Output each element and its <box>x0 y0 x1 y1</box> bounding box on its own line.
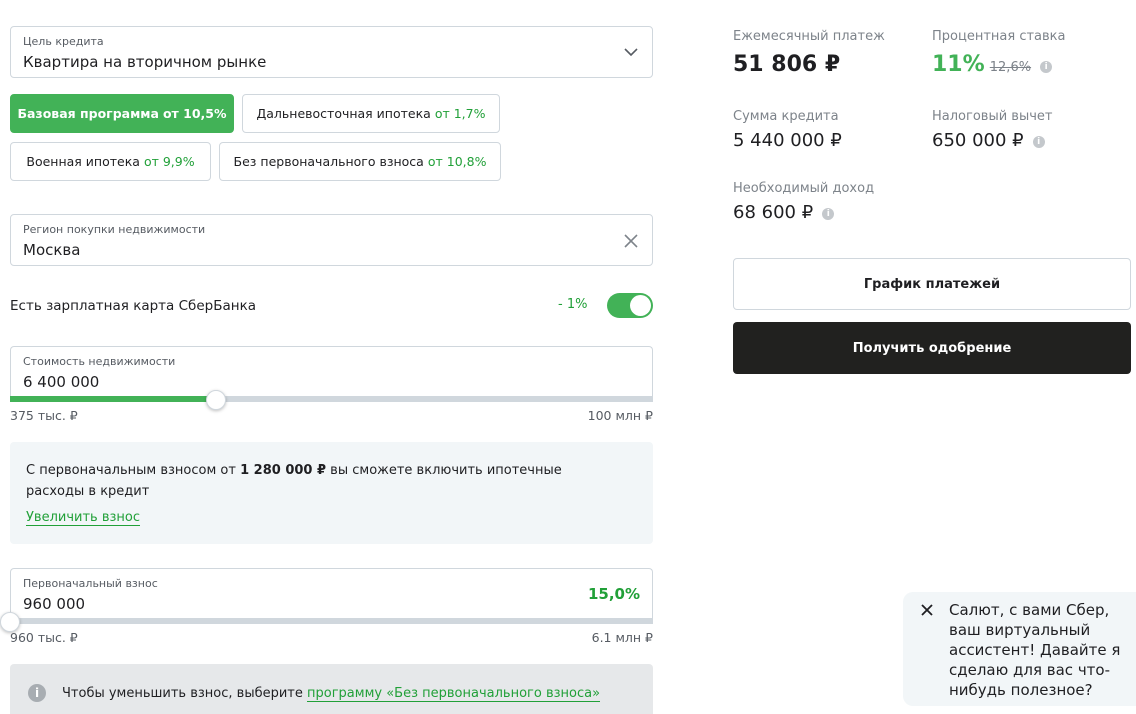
interest-rate-value: 11% <box>932 52 985 77</box>
program-chip-rate: от 9,9% <box>143 154 195 169</box>
property-cost-slider-fill <box>10 396 216 402</box>
clear-icon[interactable] <box>624 234 638 248</box>
loan-amount-value: 5 440 000 ₽ <box>733 130 842 151</box>
loan-purpose-select[interactable]: Цель кредита Квартира на вторичном рынке <box>10 26 653 78</box>
program-chip-rate: от 1,7% <box>434 106 486 121</box>
required-income-label: Необходимый доход <box>733 181 875 196</box>
reduce-notice-text-main: Чтобы уменьшить взнос, выберите <box>62 686 308 701</box>
property-cost-slider-thumb[interactable] <box>205 390 226 410</box>
interest-rate-old: 12,6% <box>989 60 1032 75</box>
notice-text: С первоначальным взносом от 1 280 000 ₽ … <box>26 460 606 502</box>
salary-card-toggle[interactable] <box>607 293 653 318</box>
loan-purpose-label: Цель кредита <box>23 35 104 48</box>
required-income-value: 68 600 ₽ <box>733 202 814 223</box>
close-icon[interactable] <box>919 602 935 618</box>
program-chip-far-east[interactable]: Дальневосточная ипотека от 1,7% <box>242 94 500 133</box>
region-value: Москва <box>23 241 81 259</box>
income-info-icon[interactable]: i <box>822 207 835 220</box>
program-chip-rate: от 10,5% <box>162 106 227 121</box>
property-cost-input[interactable]: Стоимость недвижимости 6 400 000 <box>10 346 653 400</box>
loan-amount-label: Сумма кредита <box>733 109 839 124</box>
monthly-payment-value: 51 806 ₽ <box>733 52 841 77</box>
notice-text-before: С первоначальным взносом от <box>26 463 241 478</box>
salary-card-discount: - 1% <box>558 297 588 312</box>
property-cost-slider[interactable] <box>10 396 653 402</box>
program-chip-name: Военная ипотека <box>26 154 140 169</box>
down-payment-max: 6.1 млн ₽ <box>591 630 653 645</box>
monthly-payment-label: Ежемесячный платеж <box>733 29 885 44</box>
get-approval-button[interactable]: Получить одобрение <box>733 322 1131 374</box>
chevron-down-icon <box>624 48 638 57</box>
program-chip-name: Базовая программа <box>17 106 159 121</box>
reduce-notice-text: Чтобы уменьшить взнос, выберите программ… <box>62 686 601 702</box>
salary-card-label: Есть зарплатная карта СберБанка <box>10 298 257 314</box>
assistant-popup: Салют, с вами Сбер, ваш виртуальный асси… <box>903 592 1136 706</box>
program-chip-rate: от 10,8% <box>427 154 487 169</box>
interest-rate-row: 11% 12,6% i <box>932 52 1053 77</box>
down-payment-input[interactable]: Первоначальный взнос 960 000 15,0% <box>10 568 653 622</box>
loan-purpose-value: Квартира на вторичном рынке <box>23 53 267 71</box>
tax-deduction-row: 650 000 ₽ i <box>932 130 1045 151</box>
program-chip-military[interactable]: Военная ипотека от 9,9% <box>10 142 211 181</box>
down-payment-min: 960 тыс. ₽ <box>10 630 78 645</box>
info-icon: i <box>28 684 46 702</box>
down-payment-value: 960 000 <box>23 595 86 613</box>
assistant-message: Салют, с вами Сбер, ваш виртуальный асси… <box>949 601 1121 699</box>
program-chip-name: Дальневосточная ипотека <box>256 106 431 121</box>
down-payment-slider-thumb[interactable] <box>0 612 20 632</box>
property-cost-value: 6 400 000 <box>23 373 100 391</box>
notice-amount: 1 280 000 ₽ <box>240 463 327 478</box>
region-input[interactable]: Регион покупки недвижимости Москва <box>10 214 653 266</box>
region-label: Регион покупки недвижимости <box>23 223 206 236</box>
program-chip-no-down-payment[interactable]: Без первоначального взноса от 10,8% <box>219 142 501 181</box>
tax-deduction-value: 650 000 ₽ <box>932 130 1024 151</box>
toggle-knob <box>630 295 651 316</box>
no-down-payment-program-link[interactable]: программу «Без первоначального взноса» <box>307 686 601 702</box>
down-payment-slider[interactable] <box>10 618 653 624</box>
tax-info-icon[interactable]: i <box>1032 135 1045 148</box>
tax-deduction-label: Налоговый вычет <box>932 109 1053 124</box>
down-payment-notice: С первоначальным взносом от 1 280 000 ₽ … <box>10 442 653 544</box>
down-payment-percent: 15,0% <box>587 585 640 603</box>
required-income-row: 68 600 ₽ i <box>733 202 835 223</box>
interest-rate-label: Процентная ставка <box>932 29 1066 44</box>
down-payment-label: Первоначальный взнос <box>23 577 158 590</box>
program-chip-name: Без первоначального взноса <box>233 154 424 169</box>
rate-info-icon[interactable]: i <box>1040 60 1053 73</box>
reduce-payment-notice: i Чтобы уменьшить взнос, выберите програ… <box>10 664 653 714</box>
program-chip-base[interactable]: Базовая программа от 10,5% <box>10 94 234 133</box>
increase-payment-link[interactable]: Увеличить взнос <box>26 510 141 526</box>
property-cost-min: 375 тыс. ₽ <box>10 408 78 423</box>
property-cost-max: 100 млн ₽ <box>587 408 653 423</box>
property-cost-label: Стоимость недвижимости <box>23 355 176 368</box>
payment-schedule-button[interactable]: График платежей <box>733 258 1131 310</box>
